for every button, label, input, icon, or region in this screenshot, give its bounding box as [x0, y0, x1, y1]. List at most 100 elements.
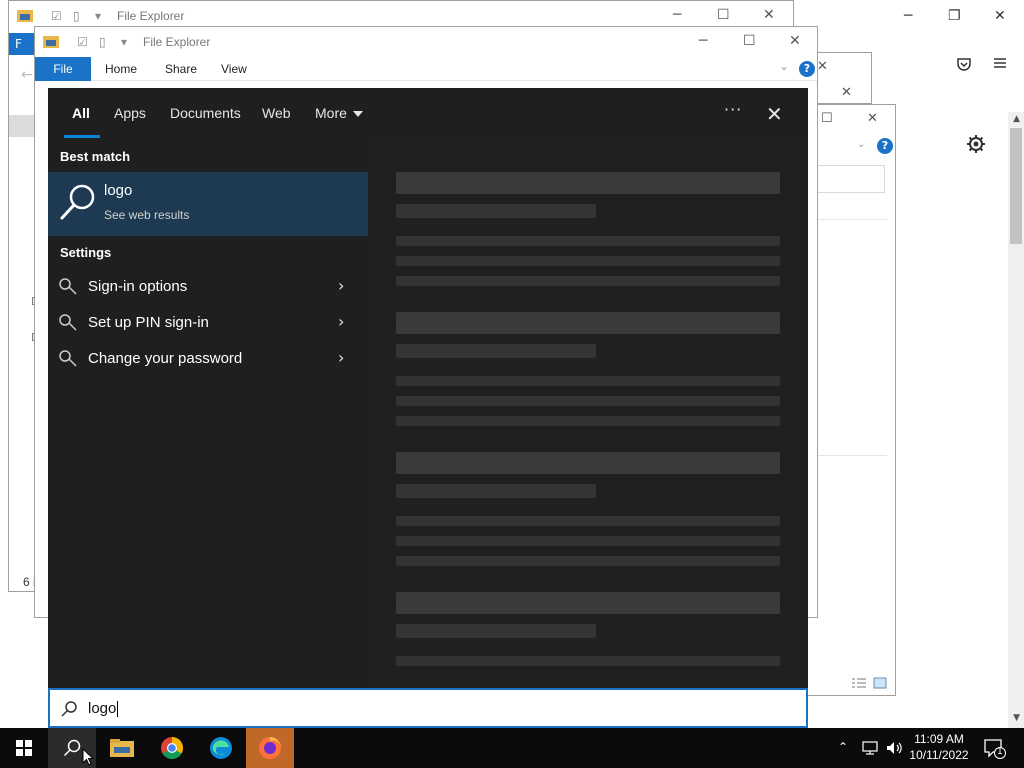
explorer-back-title: File Explorer	[117, 9, 185, 23]
explorer-ribbon: File Home Share View ⌄ ?	[35, 57, 817, 81]
chevron-right-icon[interactable]: ›	[338, 276, 344, 295]
folder-icon	[110, 739, 134, 757]
help-icon[interactable]: ?	[799, 61, 815, 77]
details-view-icon[interactable]	[851, 677, 867, 692]
loading-placeholder	[396, 624, 596, 638]
properties-icon[interactable]: ☑	[51, 9, 62, 23]
loading-placeholder	[396, 344, 596, 358]
show-hidden-icons-icon[interactable]: ⌃	[838, 740, 848, 768]
search-icon	[63, 739, 81, 757]
close-icon[interactable]: ✕	[766, 102, 783, 126]
loading-placeholder	[396, 256, 780, 266]
best-match-header: Best match	[60, 149, 131, 164]
system-clock[interactable]: 11:09 AM 10/11/2022	[904, 731, 974, 763]
loading-placeholder	[396, 656, 780, 666]
customize-qa-icon[interactable]: ▾	[121, 35, 127, 49]
firefox-icon	[259, 737, 281, 759]
loading-placeholder	[396, 376, 780, 386]
loading-placeholder	[396, 276, 780, 286]
loading-placeholder	[396, 236, 780, 246]
chevron-right-icon[interactable]: ›	[338, 348, 344, 367]
settings-key-icon	[58, 276, 78, 296]
explorer-front-title: File Explorer	[143, 35, 211, 49]
browser-restore-icon[interactable]: ❐	[948, 8, 961, 24]
tab-apps[interactable]: Apps	[114, 105, 146, 121]
explorer-back-minimize-icon[interactable]: ─	[673, 7, 681, 23]
explorer-back-file-tab[interactable]: F	[9, 33, 35, 55]
divider	[807, 219, 887, 220]
search-input-box[interactable]: logo	[48, 688, 808, 728]
search-icon	[60, 700, 78, 718]
volume-icon[interactable]	[886, 740, 902, 768]
loading-placeholder	[396, 204, 596, 218]
search-input[interactable]: logo	[88, 700, 119, 718]
large-icons-view-icon[interactable]	[873, 677, 887, 692]
windows-logo-icon	[16, 740, 32, 756]
explorer-partial-close-icon[interactable]: ✕	[817, 59, 828, 74]
action-center-icon[interactable]: 1	[984, 739, 1006, 768]
explorer-front-titlebar: ☑ ▯ ▾ File Explorer ─ ☐ ✕	[35, 27, 817, 57]
explorer4-maximize-icon[interactable]: ☐	[821, 111, 833, 126]
tab-file[interactable]: File	[35, 57, 91, 81]
browser-minimize-icon[interactable]: ─	[904, 8, 912, 24]
explorer-front-close-icon[interactable]: ✕	[789, 33, 801, 49]
taskbar-chrome[interactable]	[148, 728, 196, 768]
loading-placeholder	[396, 312, 780, 334]
folder-icon	[17, 8, 33, 25]
preview-pane-loading	[368, 140, 808, 688]
more-options-icon[interactable]: ···	[724, 100, 742, 119]
browser-close-icon[interactable]: ✕	[994, 8, 1006, 24]
explorer-front-minimize-icon[interactable]: ─	[699, 33, 707, 49]
settings-header: Settings	[60, 245, 112, 260]
ribbon-expand-icon[interactable]: ⌄	[779, 59, 789, 73]
taskbar-search-button[interactable]	[48, 728, 96, 768]
loading-placeholder	[396, 516, 780, 526]
scroll-up-icon[interactable]: ▲	[1013, 114, 1020, 124]
browser-scroll-thumb[interactable]	[1010, 128, 1022, 244]
chevron-right-icon[interactable]: ›	[338, 312, 344, 331]
network-icon[interactable]	[862, 740, 878, 768]
pocket-icon[interactable]	[956, 56, 972, 75]
settings-item-label: Change your password	[88, 350, 243, 367]
explorer-back-close-icon[interactable]: ✕	[763, 7, 775, 23]
clock-date: 10/11/2022	[909, 748, 969, 762]
properties-icon[interactable]: ☑	[77, 35, 88, 49]
taskbar-file-explorer[interactable]	[98, 728, 146, 768]
explorer-back-maximize-icon[interactable]: ☐	[717, 7, 730, 23]
tab-view[interactable]: View	[221, 62, 247, 76]
explorer4-close-icon[interactable]: ✕	[867, 111, 878, 126]
tab-web[interactable]: Web	[262, 105, 291, 121]
start-button[interactable]	[0, 728, 48, 768]
clock-time: 11:09 AM	[914, 732, 964, 746]
notification-count: 1	[997, 747, 1003, 757]
tab-documents[interactable]: Documents	[170, 105, 241, 121]
new-folder-icon[interactable]: ▯	[73, 9, 80, 23]
start-search-panel: All Apps Documents Web More ··· ✕ Best m…	[48, 88, 808, 728]
back-arrow-icon[interactable]: ←	[21, 67, 33, 83]
customize-qa-icon[interactable]: ▾	[95, 9, 101, 23]
tab-all[interactable]: All	[72, 105, 90, 121]
explorer4-search-box[interactable]	[807, 165, 885, 193]
settings-item-change-password[interactable]: Change your password ›	[48, 340, 368, 376]
gear-icon[interactable]	[966, 134, 986, 157]
settings-item-sign-in-options[interactable]: Sign-in options ›	[48, 268, 368, 304]
settings-item-set-up-pin[interactable]: Set up PIN sign-in ›	[48, 304, 368, 340]
new-folder-icon[interactable]: ▯	[99, 35, 106, 49]
ribbon-expand-icon[interactable]: ⌄	[857, 139, 865, 150]
tab-more[interactable]: More	[315, 105, 363, 121]
menu-icon[interactable]	[992, 55, 1008, 74]
loading-placeholder	[396, 484, 596, 498]
help-icon[interactable]: ?	[877, 138, 893, 154]
tab-more-label: More	[315, 105, 347, 121]
taskbar-firefox[interactable]	[246, 728, 294, 768]
web-search-icon	[58, 182, 98, 222]
best-match-item[interactable]: logo See web results	[48, 172, 368, 236]
best-match-subtitle: See web results	[104, 208, 190, 222]
explorer-front-maximize-icon[interactable]: ☐	[743, 33, 756, 49]
explorer3-close-icon[interactable]: ✕	[841, 85, 852, 100]
tab-share[interactable]: Share	[165, 62, 197, 76]
scroll-down-icon[interactable]: ▼	[1013, 713, 1020, 723]
loading-placeholder	[396, 556, 780, 566]
taskbar-edge[interactable]	[197, 728, 245, 768]
tab-home[interactable]: Home	[105, 62, 137, 76]
